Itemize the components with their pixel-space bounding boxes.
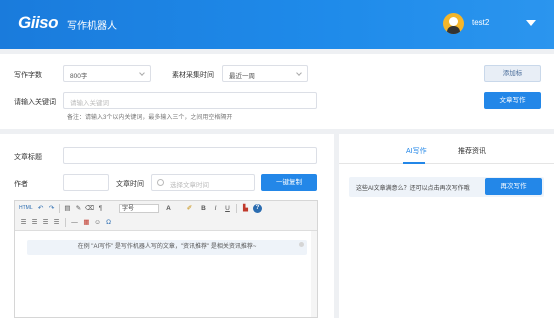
brush-icon[interactable]: ✎ bbox=[74, 204, 83, 213]
align-justify-icon[interactable]: ☰ bbox=[52, 218, 61, 227]
title-label: 文章标题 bbox=[14, 154, 42, 161]
settings-panel: 写作字数 800字 素材采集时间 最近一周 添加标 请输入关键词 请输入关键词 … bbox=[0, 54, 554, 129]
help-icon[interactable]: ? bbox=[253, 204, 262, 213]
tab-recommended-news[interactable]: 推荐资讯 bbox=[458, 146, 486, 156]
author-input[interactable] bbox=[63, 174, 109, 191]
editor-hint-text: 在例 "AI写作" 是写作机器人写的文章，"资讯推荐" 是相关资讯推荐~ bbox=[77, 244, 257, 250]
word-count-value: 800字 bbox=[70, 73, 88, 80]
username[interactable]: test2 bbox=[472, 18, 489, 27]
paragraph-icon[interactable]: ¶ bbox=[96, 204, 105, 213]
redo-icon[interactable]: ↷ bbox=[47, 204, 56, 213]
write-article-button[interactable]: 文章写作 bbox=[484, 92, 541, 109]
editor-content[interactable]: 在例 "AI写作" 是写作机器人写的文章，"资讯推荐" 是相关资讯推荐~ bbox=[15, 231, 317, 317]
keyword-input[interactable]: 请输入关键词 bbox=[63, 92, 317, 109]
editor-scrollbar[interactable] bbox=[311, 231, 317, 317]
toolbar-separator bbox=[59, 204, 60, 213]
article-time-label: 文章时间 bbox=[116, 181, 144, 188]
rewrite-prompt: 这些AI文章满意么？还可以点击再次写作哦 再次写作 bbox=[349, 177, 544, 197]
active-tab-indicator bbox=[403, 162, 425, 164]
horizontal-rule-icon[interactable]: — bbox=[70, 218, 79, 227]
copy-button[interactable]: 一键复制 bbox=[261, 174, 317, 191]
undo-icon[interactable]: ↶ bbox=[36, 204, 45, 213]
time-label: 素材采集时间 bbox=[172, 72, 214, 79]
top-header: Giiso 写作机器人 test2 bbox=[0, 0, 554, 49]
table-icon[interactable]: ▦ bbox=[82, 218, 91, 227]
app-name: 写作机器人 bbox=[67, 21, 117, 32]
chevron-down-icon bbox=[139, 70, 145, 76]
format-painter-icon[interactable]: ▙ bbox=[241, 204, 250, 213]
article-panel: 文章标题 作者 文章时间 选择文章时间 一键复制 HTML ↶ ↷ ▤ ✎ ⌫ … bbox=[0, 134, 334, 318]
time-select[interactable]: 最近一周 bbox=[222, 65, 308, 82]
bold-button[interactable]: B bbox=[199, 204, 208, 213]
rich-text-editor[interactable]: HTML ↶ ↷ ▤ ✎ ⌫ ¶ 字号 A ✐ B I U ▙ ? ☰ ☰ ☰ … bbox=[14, 200, 318, 318]
article-time-placeholder: 选择文章时间 bbox=[170, 182, 209, 189]
add-tag-button[interactable]: 添加标 bbox=[484, 65, 541, 82]
font-size-select[interactable]: 字号 bbox=[119, 204, 159, 213]
align-center-icon[interactable]: ☰ bbox=[30, 218, 39, 227]
title-input[interactable] bbox=[63, 147, 317, 164]
italic-button[interactable]: I bbox=[211, 204, 220, 213]
article-time-input[interactable]: 选择文章时间 bbox=[151, 174, 255, 191]
avatar-body-icon bbox=[447, 26, 460, 34]
avatar-face-icon bbox=[449, 17, 458, 26]
eraser-icon[interactable]: ⌫ bbox=[85, 204, 94, 213]
rewrite-text: 这些AI文章满意么？还可以点击再次写作哦 bbox=[356, 186, 470, 192]
clock-icon bbox=[157, 179, 164, 186]
dropdown-caret-icon[interactable] bbox=[526, 20, 536, 26]
toolbar-separator bbox=[236, 204, 237, 213]
editor-hint: 在例 "AI写作" 是写作机器人写的文章，"资讯推荐" 是相关资讯推荐~ bbox=[27, 240, 307, 255]
editor-toolbar: HTML ↶ ↷ ▤ ✎ ⌫ ¶ 字号 A ✐ B I U ▙ ? ☰ ☰ ☰ … bbox=[15, 201, 317, 231]
keyword-note: 备注：请输入3个以内关键词，最多输入三个，之间用空格隔开 bbox=[67, 115, 233, 121]
align-right-icon[interactable]: ☰ bbox=[41, 218, 50, 227]
tab-ai-writing[interactable]: AI写作 bbox=[406, 146, 427, 156]
font-color-icon[interactable]: A bbox=[164, 204, 173, 213]
paste-icon[interactable]: ▤ bbox=[63, 204, 72, 213]
time-value: 最近一周 bbox=[229, 73, 255, 80]
word-count-label: 写作字数 bbox=[14, 72, 42, 79]
word-count-select[interactable]: 800字 bbox=[63, 65, 151, 82]
rewrite-button[interactable]: 再次写作 bbox=[485, 178, 542, 195]
special-char-icon[interactable]: Ω bbox=[104, 218, 113, 227]
keyword-label: 请输入关键词 bbox=[14, 99, 56, 106]
align-left-icon[interactable]: ☰ bbox=[19, 218, 28, 227]
avatar[interactable] bbox=[443, 13, 464, 34]
highlight-icon[interactable]: ✐ bbox=[185, 204, 194, 213]
chevron-down-icon bbox=[296, 70, 302, 76]
emoji-icon[interactable]: ☺ bbox=[93, 218, 102, 227]
close-icon[interactable] bbox=[299, 242, 304, 247]
html-source-icon[interactable]: HTML bbox=[19, 204, 33, 213]
logo: Giiso bbox=[18, 13, 59, 32]
results-panel: AI写作 推荐资讯 这些AI文章满意么？还可以点击再次写作哦 再次写作 bbox=[339, 134, 554, 318]
toolbar-separator bbox=[65, 218, 66, 227]
results-tabs: AI写作 推荐资讯 bbox=[339, 134, 554, 164]
author-label: 作者 bbox=[14, 181, 28, 188]
underline-button[interactable]: U bbox=[223, 204, 232, 213]
